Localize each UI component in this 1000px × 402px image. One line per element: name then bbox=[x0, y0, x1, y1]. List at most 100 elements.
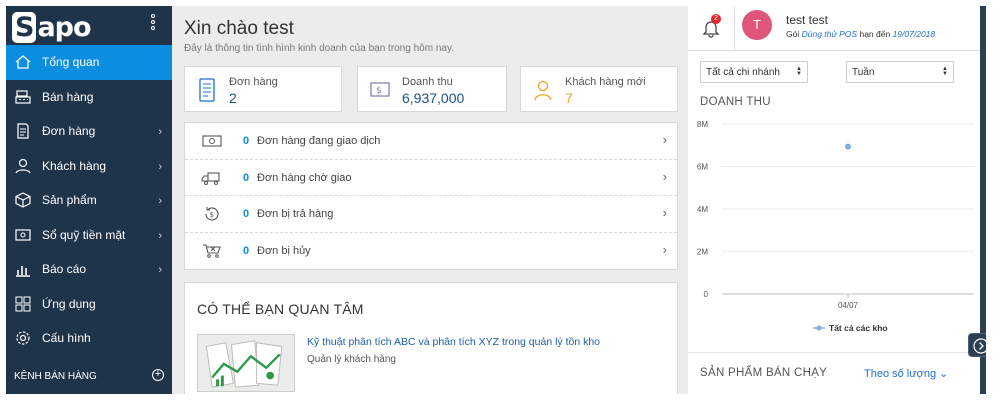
stat-card-revenue[interactable]: $ Doanh thu 6,937,000 bbox=[357, 66, 507, 112]
period-select[interactable]: Tuần ▲ ▼ bbox=[846, 61, 954, 83]
stat-label: Khách hàng mới bbox=[565, 76, 646, 88]
period-select-value: Tuần bbox=[852, 67, 875, 78]
article-link[interactable]: Kỹ thuật phân tích ABC và phân tích XYZ … bbox=[307, 336, 600, 348]
truck-icon bbox=[201, 171, 220, 185]
sidebar-item-san-pham[interactable]: Sản phẩm › bbox=[6, 183, 172, 218]
apps-grid-icon bbox=[15, 296, 31, 311]
plan-expiry-date: 19/07/2018 bbox=[892, 29, 936, 39]
y-tick-label: 6M bbox=[697, 163, 708, 172]
user-name[interactable]: test test bbox=[786, 13, 828, 27]
notification-badge: 2 bbox=[711, 14, 721, 24]
sidebar-item-so-quy[interactable]: Sổ quỹ tiền mặt › bbox=[6, 218, 172, 253]
divider bbox=[688, 50, 980, 51]
toggle-panel-button[interactable] bbox=[968, 333, 986, 357]
divider bbox=[688, 352, 980, 353]
sidebar-item-don-hang[interactable]: Đơn hàng › bbox=[6, 114, 172, 149]
chevron-right-icon: › bbox=[662, 168, 667, 184]
plan-mid: hạn đến bbox=[859, 29, 891, 39]
chevron-right-icon: › bbox=[662, 205, 667, 220]
chevron-right-icon: › bbox=[158, 160, 162, 173]
sidebar-item-ban-hang[interactable]: Bán hàng bbox=[6, 80, 172, 115]
data-point bbox=[845, 143, 851, 150]
svg-text:$: $ bbox=[210, 211, 214, 219]
order-status-row-returned[interactable]: $ 0 Đơn bị trả hàng › bbox=[185, 196, 677, 233]
sidebar-item-label: Sổ quỹ tiền mặt bbox=[42, 227, 126, 242]
best-sellers-sort-select[interactable]: Theo số lượng ⌄ bbox=[864, 367, 948, 380]
order-count: 0 bbox=[243, 171, 250, 184]
add-channel-icon[interactable]: + bbox=[152, 369, 164, 381]
user-icon bbox=[534, 80, 552, 101]
best-sellers-title: SẢN PHẨM BÁN CHẠY bbox=[700, 367, 828, 379]
order-count: 0 bbox=[243, 244, 250, 257]
sort-select-value: Theo số lượng bbox=[864, 368, 937, 380]
sidebar-nav: Tổng quan Bán hàng Đơn hàng › Khách hàng… bbox=[6, 45, 172, 356]
chevron-down-icon: ⌄ bbox=[939, 368, 949, 380]
cancelled-cart-icon bbox=[203, 243, 221, 258]
pos-register-icon bbox=[15, 89, 31, 104]
chevron-right-icon: › bbox=[662, 132, 667, 147]
branch-select[interactable]: Tất cả chi nhánh ▲ ▼ bbox=[700, 61, 808, 83]
order-status-label: Đơn bị hủy bbox=[257, 244, 311, 257]
cash-icon bbox=[202, 135, 222, 147]
y-tick-label: 2M bbox=[697, 248, 708, 257]
app-frame: Sapo Tổng quan Bán hàng Đơn hàng › Khách… bbox=[6, 6, 986, 394]
chevron-right-circle-icon bbox=[973, 338, 986, 354]
avatar[interactable]: T bbox=[742, 10, 772, 40]
box-icon bbox=[15, 192, 31, 208]
stat-value: 6,937,000 bbox=[402, 90, 465, 106]
order-status-row-awaiting-delivery[interactable]: 0 Đơn hàng chờ giao › bbox=[185, 160, 677, 196]
sidebar-item-bao-cao[interactable]: Báo cáo › bbox=[6, 252, 172, 287]
right-panel: 2 T test test Gói Dùng thử POS hạn đến 1… bbox=[688, 6, 980, 394]
stat-card-orders[interactable]: Đơn hàng 2 bbox=[184, 66, 342, 112]
sales-channels-header: KÊNH BÁN HÀNG + bbox=[6, 364, 172, 388]
plan-info: Gói Dùng thử POS hạn đến 19/07/2018 bbox=[786, 29, 935, 39]
svg-text:$: $ bbox=[376, 86, 382, 96]
legend-label: Tất cả các kho bbox=[829, 323, 888, 333]
main-content: Xin chào test Đây là thông tin tình hình… bbox=[172, 6, 686, 394]
x-tick-label: 04/07 bbox=[838, 301, 859, 310]
sidebar-item-cau-hinh[interactable]: Cấu hình bbox=[6, 321, 172, 356]
more-options-icon[interactable] bbox=[150, 14, 156, 34]
chevron-right-icon: › bbox=[158, 264, 162, 276]
sidebar: Sapo Tổng quan Bán hàng Đơn hàng › Khách… bbox=[6, 6, 172, 394]
home-icon bbox=[15, 55, 31, 69]
plan-prefix: Gói bbox=[786, 29, 800, 39]
notifications-button[interactable]: 2 bbox=[702, 14, 721, 38]
order-status-row-trading[interactable]: 0 Đơn hàng đang giao dịch › bbox=[185, 123, 677, 160]
bar-chart-icon bbox=[16, 266, 30, 277]
select-caret-icon: ▲ ▼ bbox=[942, 66, 948, 77]
sidebar-item-label: Khách hàng bbox=[42, 158, 107, 173]
chevron-right-icon: › bbox=[158, 229, 162, 242]
order-status-label: Đơn hàng chờ giao bbox=[257, 171, 352, 184]
revenue-chart: 0 2M 4M 6M 8M 04/07 Tất cả các kho bbox=[697, 120, 974, 333]
plan-name-link[interactable]: Dùng thử POS bbox=[802, 29, 857, 39]
select-caret-icon: ▲ ▼ bbox=[796, 66, 802, 77]
chevron-right-icon: › bbox=[158, 195, 162, 207]
y-tick-label: 4M bbox=[697, 205, 708, 214]
sidebar-item-label: Sản phẩm bbox=[42, 193, 97, 208]
sidebar-item-ung-dung[interactable]: Ứng dụng bbox=[6, 287, 172, 322]
sidebar-item-label: Bán hàng bbox=[42, 89, 94, 104]
order-status-row-cancelled[interactable]: 0 Đơn bị hủy › bbox=[185, 233, 677, 270]
article-thumbnail[interactable] bbox=[197, 334, 295, 392]
sidebar-item-tong-quan[interactable]: Tổng quan bbox=[6, 45, 172, 80]
y-tick-label: 0 bbox=[704, 290, 709, 299]
chevron-right-icon: › bbox=[158, 126, 162, 138]
sidebar-item-khach-hang[interactable]: Khách hàng › bbox=[6, 149, 172, 184]
order-count: 0 bbox=[243, 135, 250, 147]
stat-card-new-customers[interactable]: Khách hàng mới 7 bbox=[520, 66, 678, 112]
stat-label: Doanh thu bbox=[402, 76, 453, 88]
receipt-icon bbox=[199, 78, 215, 102]
brand-logo[interactable]: Sapo bbox=[12, 12, 92, 44]
revenue-title: DOANH THU bbox=[700, 96, 771, 108]
order-document-icon bbox=[17, 123, 29, 139]
legend-marker bbox=[816, 325, 822, 331]
recommended-articles-panel: CÓ THỂ BẠN QUAN TÂM Kỹ thuật phân tích A… bbox=[184, 282, 678, 394]
stat-value: 2 bbox=[229, 90, 237, 106]
sales-channels-label: KÊNH BÁN HÀNG bbox=[14, 370, 97, 382]
money-icon: $ bbox=[370, 82, 390, 97]
gear-icon bbox=[16, 331, 30, 345]
sidebar-item-label: Báo cáo bbox=[42, 262, 87, 277]
page-subtitle: Đây là thông tin tình hình kinh doanh củ… bbox=[184, 43, 454, 54]
sidebar-item-label: Ứng dụng bbox=[42, 296, 96, 311]
